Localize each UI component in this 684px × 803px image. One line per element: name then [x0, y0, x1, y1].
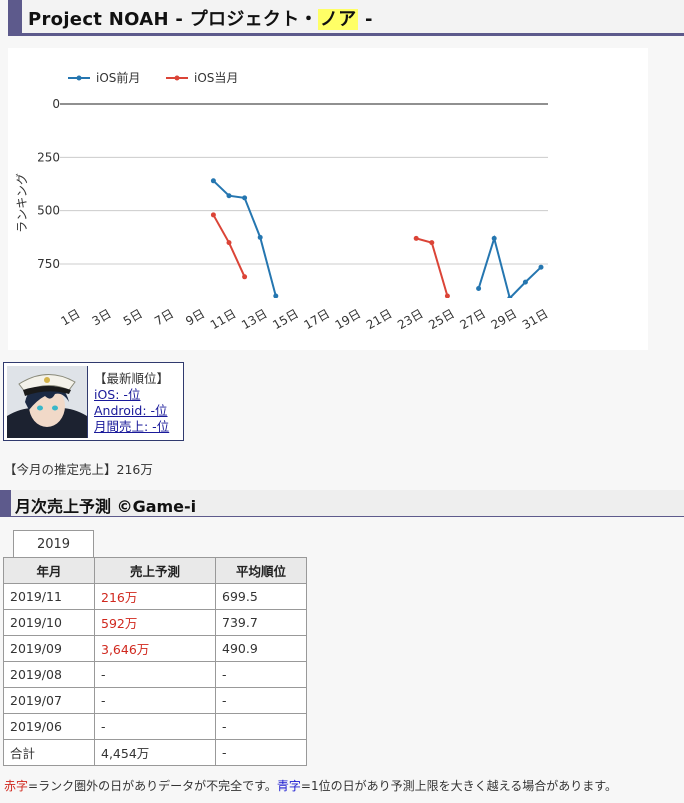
app-avatar[interactable] [7, 366, 88, 438]
cell-avg-rank: 739.7 [215, 609, 307, 636]
section-title: 月次売上予測 ©Game-i [15, 497, 197, 516]
cell-avg-rank: - [215, 739, 307, 766]
estimated-sales: 【今月の推定売上】216万 [4, 462, 153, 477]
table-row: 2019/09 3,646万 490.9 [3, 635, 307, 662]
cell-month: 2019/08 [3, 661, 95, 688]
series-line [415, 237, 449, 297]
cell-sales: 4,454万 [94, 739, 216, 766]
legend-label: iOS当月 [194, 71, 238, 85]
page-title: Project NOAH - プロジェクト・ ノア - [28, 9, 373, 30]
cell-sales: 3,646万 [94, 635, 216, 662]
table-row: 2019/06 - - [3, 713, 307, 740]
x-tick-label: 15日 [270, 306, 301, 332]
x-tick-label: 23日 [395, 306, 426, 332]
ranking-chart-svg: iOS前月 iOS当月 0 250 500 750 1日 3日 5日 7日 9日 11日 13日 15… [15, 70, 551, 332]
x-tick-label: 27日 [457, 306, 488, 332]
cell-sales: 216万 [94, 583, 216, 610]
table-row: 2019/08 - - [3, 661, 307, 688]
cell-month: 2019/11 [3, 583, 95, 610]
year-tab[interactable]: 2019 [13, 530, 94, 557]
y-tick-label: 0 [52, 97, 60, 111]
y-axis-label: ランキング [15, 173, 29, 233]
legend-marker [76, 75, 82, 81]
monthly-sales-rank-link[interactable]: 月間売上: -位 [94, 419, 169, 435]
cell-month: 2019/07 [3, 687, 95, 714]
header-sales: 売上予測 [94, 557, 216, 584]
y-tick-label: 750 [37, 257, 60, 271]
table-total-row: 合計 4,454万 - [3, 739, 307, 766]
x-tick-label: 17日 [301, 306, 332, 332]
header-avg-rank: 平均順位 [215, 557, 307, 584]
plot-area [210, 178, 544, 298]
cell-avg-rank: 699.5 [215, 583, 307, 610]
cell-month: 2019/06 [3, 713, 95, 740]
x-tick-label: 19日 [333, 306, 364, 332]
x-tick-label: 7日 [152, 306, 176, 328]
series-line [212, 214, 246, 278]
series-line [477, 234, 542, 298]
table-row: 2019/07 - - [3, 687, 307, 714]
profile-card: 【最新順位】 iOS: -位 Android: -位 月間売上: -位 [3, 362, 184, 441]
y-tick-label: 250 [37, 150, 60, 164]
footnote-red-word: 赤字 [4, 779, 29, 793]
profile-info: 【最新順位】 iOS: -位 Android: -位 月間売上: -位 [94, 371, 169, 435]
x-tick-label: 25日 [426, 306, 457, 332]
x-tick-label: 9日 [183, 306, 207, 328]
cell-month: 2019/09 [3, 635, 95, 662]
table-row: 2019/11 216万 699.5 [3, 583, 307, 610]
monthly-sales-table: 年月 売上予測 平均順位 2019/11 216万 699.5 2019/10 … [3, 557, 307, 766]
ios-rank-link[interactable]: iOS: -位 [94, 387, 169, 403]
cell-sales: - [94, 661, 216, 688]
cell-sales: - [94, 687, 216, 714]
x-tick-label: 5日 [121, 306, 145, 328]
cell-avg-rank: - [215, 687, 307, 714]
title-highlight: ノア [317, 9, 359, 30]
x-tick-label: 31日 [520, 306, 551, 332]
table-header-row: 年月 売上予測 平均順位 [3, 557, 307, 584]
cell-avg-rank: 490.9 [215, 635, 307, 662]
cell-sales: 592万 [94, 609, 216, 636]
table-row: 2019/10 592万 739.7 [3, 609, 307, 636]
x-tick-label: 11日 [208, 306, 239, 332]
cell-avg-rank: - [215, 661, 307, 688]
cell-month: 合計 [3, 739, 95, 766]
footnote: 赤字=ランク圏外の日がありデータが不完全です。青字=1位の日があり予測上限を大き… [4, 777, 617, 794]
latest-rank-label: 【最新順位】 [94, 371, 170, 386]
x-tick-label: 29日 [489, 306, 520, 332]
footnote-red-text: =ランク圏外の日がありデータが不完全です。 [28, 779, 277, 793]
header-month: 年月 [3, 557, 95, 584]
legend-marker [174, 75, 180, 81]
section-header: 月次売上予測 ©Game-i [0, 490, 684, 517]
x-tick-label: 13日 [239, 306, 270, 332]
cell-sales: - [94, 713, 216, 740]
x-tick-label: 3日 [90, 306, 114, 328]
footnote-blue-word: 青字 [276, 779, 301, 793]
ranking-chart: iOS前月 iOS当月 0 250 500 750 1日 3日 5日 7日 9日 11日 13日 15… [8, 48, 648, 350]
cell-avg-rank: - [215, 713, 307, 740]
page-header: Project NOAH - プロジェクト・ ノア - [8, 0, 684, 36]
cell-month: 2019/10 [3, 609, 95, 636]
x-tick-label: 21日 [364, 306, 395, 332]
android-rank-link[interactable]: Android: -位 [94, 403, 169, 419]
legend-label: iOS前月 [96, 70, 140, 85]
y-tick-label: 500 [37, 204, 60, 218]
footnote-blue-text: =1位の日があり予測上限を大きく越える場合があります。 [300, 779, 618, 793]
x-tick-label: 1日 [58, 306, 82, 328]
